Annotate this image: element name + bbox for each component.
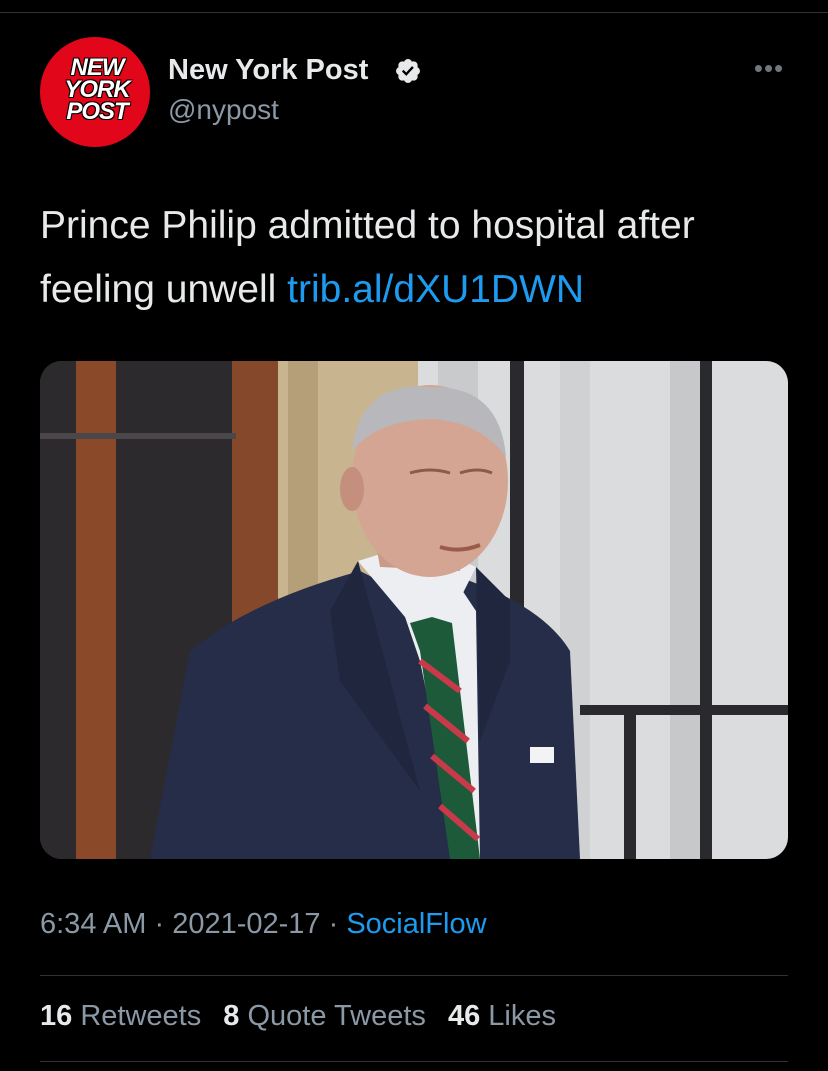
- tweet-date[interactable]: 2021-02-17: [172, 908, 320, 940]
- tweet-time[interactable]: 6:34 AM: [40, 908, 146, 940]
- divider: [40, 975, 788, 976]
- likes-stat[interactable]: 46 Likes: [448, 1000, 556, 1032]
- tweet-source[interactable]: SocialFlow: [346, 908, 486, 940]
- avatar[interactable]: NEW YORK POST: [40, 37, 150, 147]
- photo-image: [40, 361, 788, 859]
- tweet-photo[interactable]: [40, 361, 788, 859]
- more-options-icon[interactable]: •••: [752, 55, 786, 81]
- author-handle[interactable]: @nypost: [168, 94, 279, 126]
- divider: [40, 1061, 788, 1062]
- tweet-text: Prince Philip admitted to hospital after…: [40, 194, 800, 322]
- quote-tweets-stat[interactable]: 8 Quote Tweets: [223, 1000, 426, 1032]
- tweet-stats: 16 Retweets 8 Quote Tweets 46 Likes: [40, 1000, 570, 1033]
- tweet-timestamp: 6:34 AM · 2021-02-17 · SocialFlow: [40, 908, 487, 940]
- avatar-logo: NEW YORK POST: [64, 54, 130, 125]
- tweet-link[interactable]: trib.al/dXU1DWN: [287, 268, 584, 311]
- author-name[interactable]: New York Post: [168, 54, 368, 87]
- verified-badge-icon: [396, 59, 420, 83]
- retweets-stat[interactable]: 16 Retweets: [40, 1000, 201, 1032]
- top-divider: [0, 12, 828, 13]
